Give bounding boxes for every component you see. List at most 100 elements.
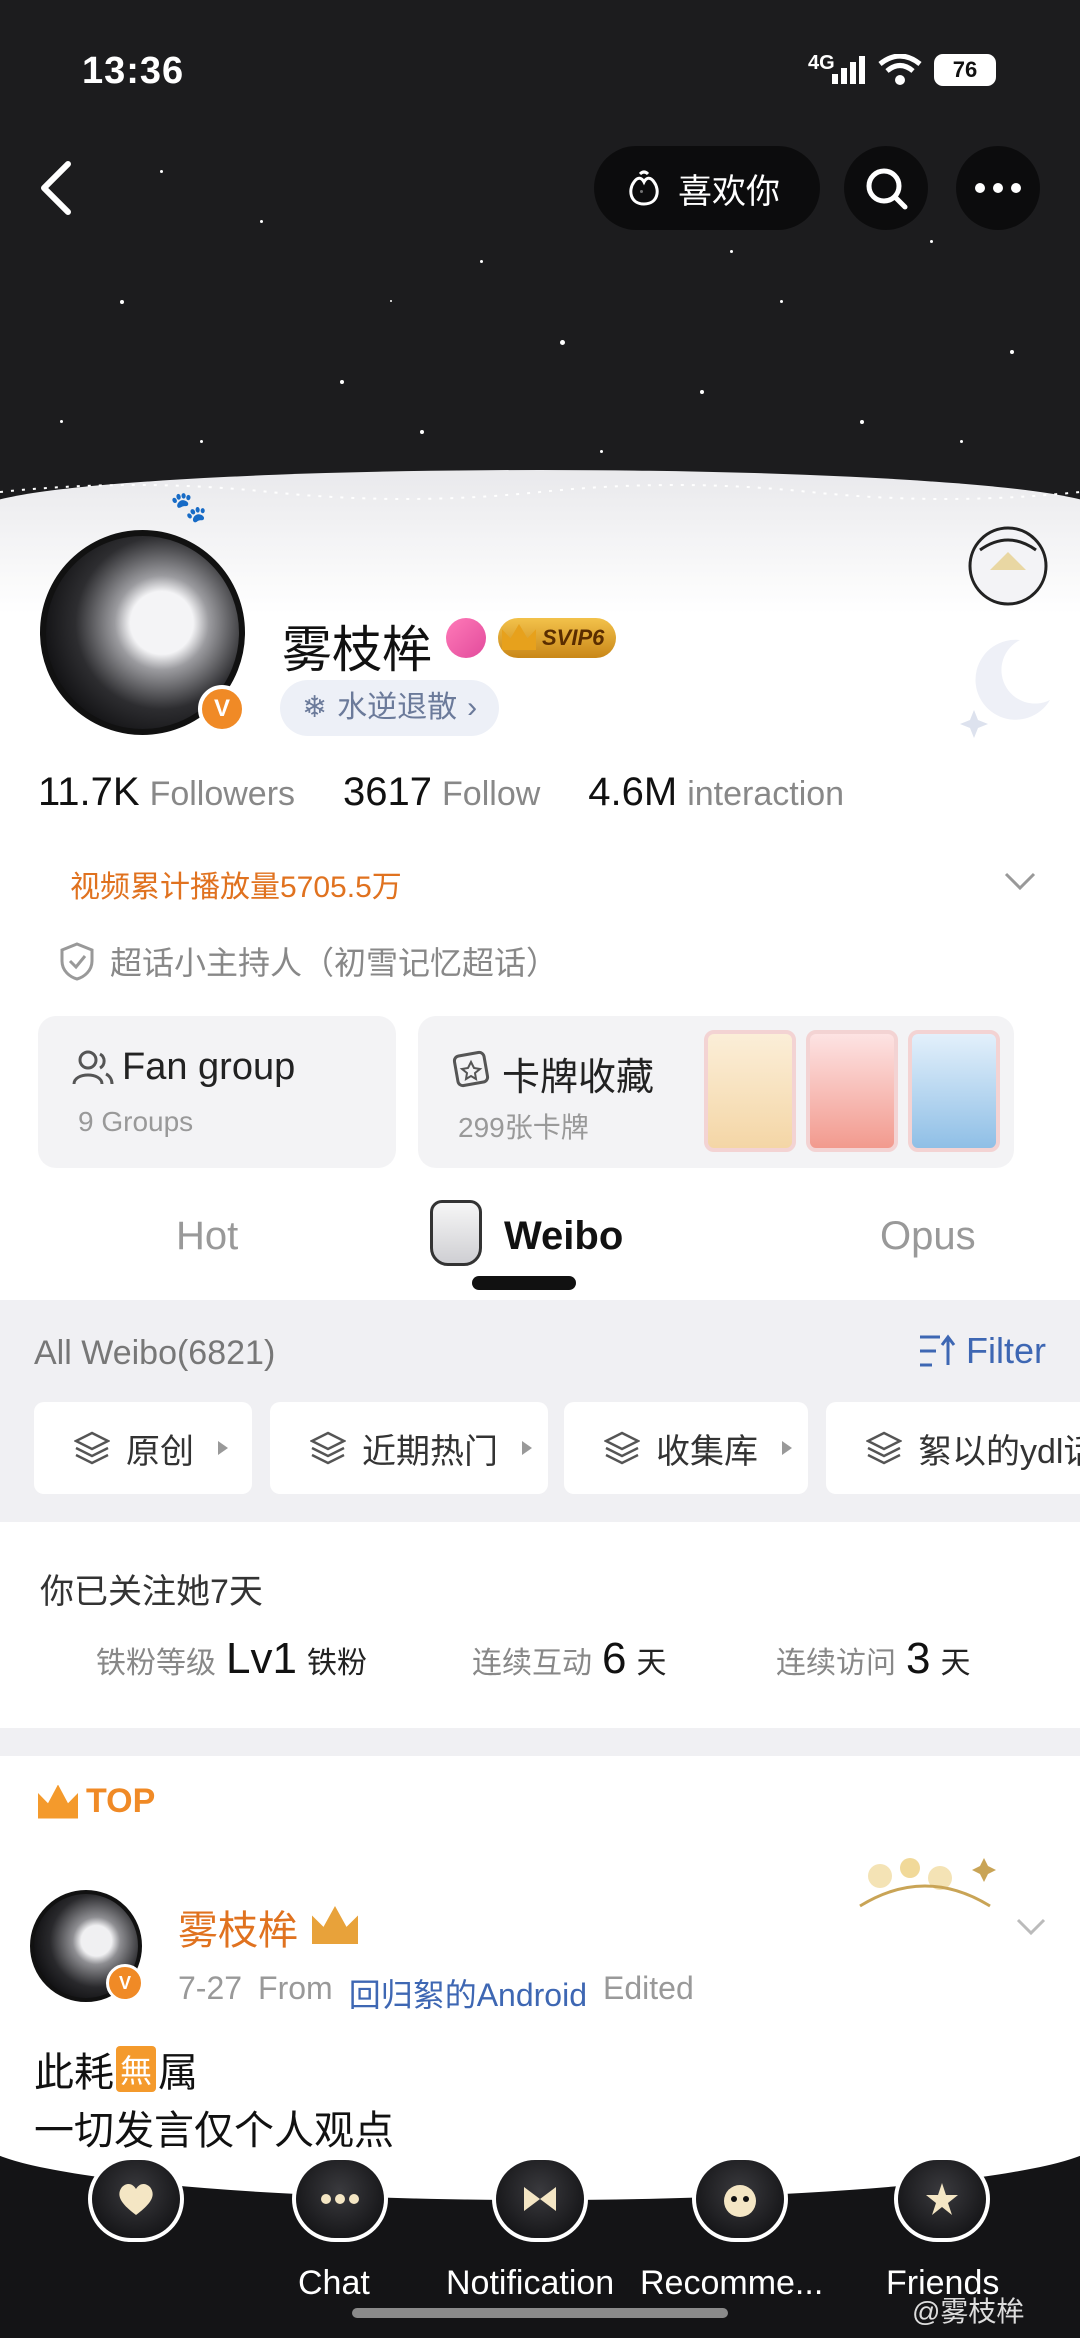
video-play-count: 视频累计播放量5705.5万 xyxy=(70,871,402,904)
post-author-name[interactable]: 雾枝桙 xyxy=(178,1898,298,1956)
profile-name: 雾枝桙 xyxy=(282,622,432,678)
collection-title: 卡牌收藏 xyxy=(502,1057,655,1099)
chip-label: 收集库 xyxy=(656,1432,758,1471)
interaction-streak: 连续互动 6 天 xyxy=(472,1634,666,1684)
caret-right-icon xyxy=(218,1441,228,1455)
tab-label-notification[interactable]: Notification xyxy=(446,2264,614,2303)
caret-right-icon xyxy=(522,1441,532,1455)
interaction-stat[interactable]: 4.6M interaction xyxy=(588,770,844,815)
expand-chevron-icon[interactable] xyxy=(1002,866,1038,896)
recommend-tab-icon[interactable] xyxy=(692,2156,788,2242)
post-source[interactable]: 回归絮的Android xyxy=(349,1970,587,2016)
fan-group-card[interactable]: Fan group 9 Groups xyxy=(38,1016,396,1168)
collection-card-thumb xyxy=(704,1030,796,1152)
super-topic-icon[interactable] xyxy=(446,618,486,658)
card-collection-icon xyxy=(452,1050,490,1088)
tab-weibo[interactable]: Weibo xyxy=(504,1214,623,1259)
filter-label: Filter xyxy=(966,1330,1046,1371)
post-edited[interactable]: Edited xyxy=(603,1970,694,2016)
moon-icon xyxy=(960,639,1050,738)
back-arrow-icon[interactable] xyxy=(32,158,82,218)
chip-label: 近期热门 xyxy=(362,1432,498,1471)
stat-label: Followers xyxy=(149,775,296,813)
stat-label: interaction xyxy=(687,775,845,813)
chip-original[interactable]: 原创 xyxy=(34,1402,252,1494)
verified-badge-icon: V xyxy=(198,685,246,733)
chip-recent-hot[interactable]: 近期热门 xyxy=(270,1402,548,1494)
friends-tab-icon[interactable] xyxy=(894,2156,990,2242)
crown-icon xyxy=(38,1784,78,1819)
chip-collection[interactable]: 收集库 xyxy=(564,1402,808,1494)
post-meta: 7-27 From 回归絮的Android Edited xyxy=(178,1970,694,2016)
like-you-label: 喜欢你 xyxy=(678,172,780,211)
feed-header: All Weibo(6821) Filter 原创 近期热门 收集库 絮以的yd… xyxy=(0,1300,1080,1522)
search-icon xyxy=(866,168,908,210)
post-menu-chevron-icon[interactable] xyxy=(1014,1912,1048,1940)
home-tab-icon[interactable] xyxy=(88,2156,184,2242)
post-date: 7-27 xyxy=(178,1970,243,2006)
stat-value: 3617 xyxy=(343,770,433,814)
bow-icon xyxy=(524,2187,556,2211)
fan-level[interactable]: 铁粉等级 Lv1 铁粉 xyxy=(96,1634,367,1684)
crown-icon xyxy=(502,624,536,650)
chip-label: 原创 xyxy=(126,1432,194,1471)
status-bar: 13:36 4G 76 xyxy=(0,0,1080,140)
fan-group-pill[interactable]: ❄ 水逆退散 › xyxy=(280,680,500,736)
post-from-label: From xyxy=(258,1970,333,2006)
card-collection-card[interactable]: 卡牌收藏 299张卡牌 xyxy=(418,1016,1014,1168)
tab-hot[interactable]: Hot xyxy=(176,1214,238,1259)
apple-face-icon xyxy=(724,2185,756,2217)
tab-opus[interactable]: Opus xyxy=(880,1214,976,1259)
more-button[interactable] xyxy=(956,146,1040,230)
svip-label: SVIP6 xyxy=(542,625,605,650)
layers-icon xyxy=(74,1431,110,1465)
tab-label-chat[interactable]: Chat xyxy=(298,2264,370,2303)
fan-level-name: 铁粉 xyxy=(306,1647,367,1680)
heart-icon xyxy=(119,2183,153,2215)
svip-badge[interactable]: SVIP6 xyxy=(498,618,617,658)
follow-stat[interactable]: 3617 Follow xyxy=(343,770,540,815)
filter-button[interactable]: Filter xyxy=(918,1330,1046,1372)
chevron-right-icon: › xyxy=(467,691,478,724)
watermark: @雾枝桙 xyxy=(912,2296,1025,2327)
pinned-tag: TOP xyxy=(38,1782,155,1821)
profile-avatar[interactable]: 🐾 V xyxy=(30,491,260,740)
day-unit: 天 xyxy=(940,1647,971,1680)
tab-label-recommend[interactable]: Recomme... xyxy=(640,2264,823,2303)
like-you-button[interactable]: 喜欢你 xyxy=(594,146,820,230)
layers-icon xyxy=(866,1431,902,1465)
visit-streak-value: 3 xyxy=(906,1634,931,1683)
notification-tab-icon[interactable] xyxy=(492,2156,588,2242)
shield-icon xyxy=(60,942,94,981)
stat-value: 4.6M xyxy=(588,770,678,814)
wifi-icon xyxy=(878,54,922,85)
profile-stats: 11.7K Followers 3617 Follow 4.6M interactio… xyxy=(38,770,844,815)
collection-subtitle: 299张卡牌 xyxy=(458,1112,589,1143)
host-label: 超话小主持人（初雪记忆超话） xyxy=(110,945,559,981)
network-type: 4G xyxy=(808,52,835,74)
search-button[interactable] xyxy=(844,146,928,230)
follow-info-card: 你已关注她7天 铁粉等级 Lv1 铁粉 连续互动 6 天 连续访问 3 天 xyxy=(0,1522,1080,1728)
stat-label: Follow xyxy=(442,775,541,813)
signal-icon xyxy=(832,56,865,84)
filter-icon xyxy=(920,1334,956,1367)
jar-icon xyxy=(430,1200,482,1266)
group-pill-label: 水逆退散 xyxy=(337,691,458,724)
emoji-wu: 無 xyxy=(116,2046,157,2092)
peach-icon xyxy=(629,170,659,206)
chip-ydl[interactable]: 絮以的ydl话 xyxy=(826,1402,1080,1494)
post-text-part: 属 xyxy=(158,2051,199,2095)
verified-badge-icon: V xyxy=(106,1964,144,2002)
super-topic-host[interactable]: 超话小主持人（初雪记忆超话） xyxy=(58,938,558,984)
paw-icon: 🐾 xyxy=(170,491,208,524)
followers-stat[interactable]: 11.7K Followers xyxy=(38,770,295,815)
layers-icon xyxy=(310,1431,346,1465)
collection-card-thumb xyxy=(908,1030,1000,1152)
caret-right-icon xyxy=(782,1441,792,1455)
day-unit: 天 xyxy=(636,1647,667,1680)
visit-streak: 连续访问 3 天 xyxy=(776,1634,970,1684)
home-indicator[interactable] xyxy=(352,2308,728,2318)
star-icon xyxy=(926,2183,958,2215)
more-icon xyxy=(975,183,1021,193)
chat-tab-icon[interactable] xyxy=(292,2156,388,2242)
